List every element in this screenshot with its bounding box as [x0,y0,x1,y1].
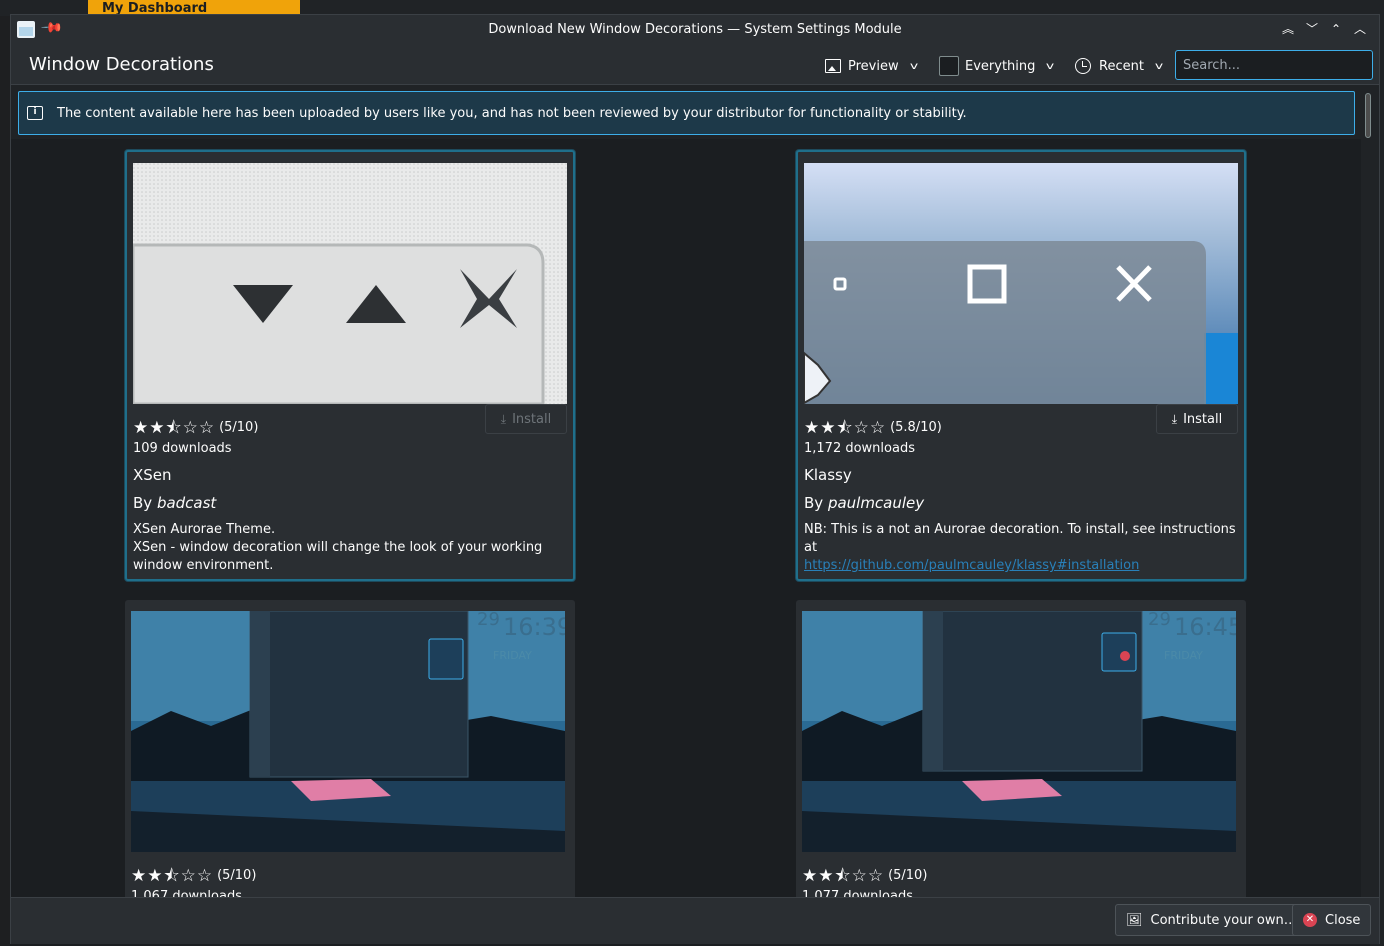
rating-stars: ★★⯪☆☆ (5/10) [802,866,928,886]
header-toolbar: Window Decorations Preview v Everything … [11,45,1379,85]
background-editor-strip [0,16,10,946]
clock-icon [1075,58,1091,74]
xsen-preview-svg [133,163,567,404]
upload-icon: 🖼 [1126,912,1143,928]
dialog-window: 📌 Download New Window Decorations — Syst… [10,14,1380,944]
list-item[interactable]: ★★⯪☆☆ (5/10) ⤓ Install 109 downloads XSen … [125,150,575,581]
download-count: 109 downloads [133,441,232,456]
desktop-preview-svg: 29 16:39 FRIDAY [131,611,565,852]
info-banner-text: The content available here has been uplo… [57,105,967,121]
clock-time: 16:45 [1174,613,1236,641]
close-icon: ✕ [1303,913,1317,927]
filter-label: Everything [965,58,1036,74]
close-window-button[interactable]: ︿ [1351,20,1369,38]
chevron-down-icon: v [1046,60,1055,72]
preview-image: 29 16:45 FRIDAY [802,611,1236,852]
window-title: Download New Window Decorations — System… [488,22,902,37]
download-count: 1,067 downloads [131,889,242,897]
contribute-button[interactable]: 🖼 Contribute your own… [1115,904,1308,936]
install-button[interactable]: ⤓ Install [1156,404,1238,434]
preview-image [133,163,567,404]
preview-image [804,163,1238,404]
rating-stars: ★★⯪☆☆ (5.8/10) [804,418,942,438]
item-name: XSen [133,466,172,484]
list-item[interactable]: 29 16:45 FRIDAY ★★⯪☆☆ (5/10) 1,077 downlo… [796,600,1246,897]
list-item[interactable]: ★★⯪☆☆ (5.8/10) ⤓ Install 1,172 downloads K… [796,150,1246,581]
item-description: XSen Aurorae Theme. XSen - window decora… [133,522,543,573]
desktop-preview-svg: 29 16:45 FRIDAY [802,611,1236,852]
filter-checkbox[interactable] [939,56,959,76]
item-author: By paulmcauley [804,494,925,512]
info-icon: i [27,106,43,120]
search-input[interactable] [1175,50,1373,80]
keep-above-button[interactable]: ︽ [1279,20,1297,38]
clock-day: FRIDAY [493,649,532,662]
sort-label: Recent [1099,58,1144,74]
info-banner: i The content available here has been up… [18,91,1355,135]
install-instructions-link[interactable]: https://github.com/paulmcauley/klassy#in… [804,558,1139,573]
item-author: By badcast [133,494,217,512]
maximize-button[interactable]: ⌃ [1327,20,1345,38]
chevron-down-icon: v [1154,60,1164,72]
download-count: 1,077 downloads [802,889,913,897]
content-grid: ★★⯪☆☆ (5/10) ⤓ Install 109 downloads XSen … [11,139,1361,897]
item-description: NB: This is a not an Aurorae decoration.… [804,522,1236,573]
klassy-preview-svg [804,163,1238,404]
download-icon: ⤓ [1171,411,1178,426]
rating-stars: ★★⯪☆☆ (5/10) [131,866,257,886]
item-name: Klassy [804,466,852,484]
clock-day: FRIDAY [1164,649,1203,662]
minimize-button[interactable]: ﹀ [1303,20,1321,38]
preview-image: 29 16:39 FRIDAY [131,611,565,852]
page-title: Window Decorations [29,54,214,75]
download-count: 1,172 downloads [804,441,915,456]
dialog-footer: 🖼 Contribute your own… ✕ Close [11,897,1379,944]
clock-date: 29 [1148,611,1171,630]
sort-dropdown[interactable]: Recent v [1075,55,1164,77]
chevron-down-icon: v [909,60,918,72]
close-button[interactable]: ✕ Close [1292,904,1372,936]
download-icon: ⤓ [500,411,507,426]
preview-dropdown[interactable]: Preview v [825,55,918,77]
filter-dropdown[interactable]: Everything v [939,55,1055,77]
list-item[interactable]: 29 16:39 FRIDAY ★★⯪☆☆ (5/10) 1,067 downlo… [125,600,575,897]
scrollbar-handle[interactable] [1365,93,1371,138]
clock-date: 29 [477,611,500,630]
preview-label: Preview [848,58,899,74]
rating-stars: ★★⯪☆☆ (5/10) [133,418,259,438]
clock-time: 16:39 [503,613,565,641]
image-icon [825,59,841,73]
install-button[interactable]: ⤓ Install [485,404,567,434]
title-bar: 📌 Download New Window Decorations — Syst… [11,15,1379,45]
